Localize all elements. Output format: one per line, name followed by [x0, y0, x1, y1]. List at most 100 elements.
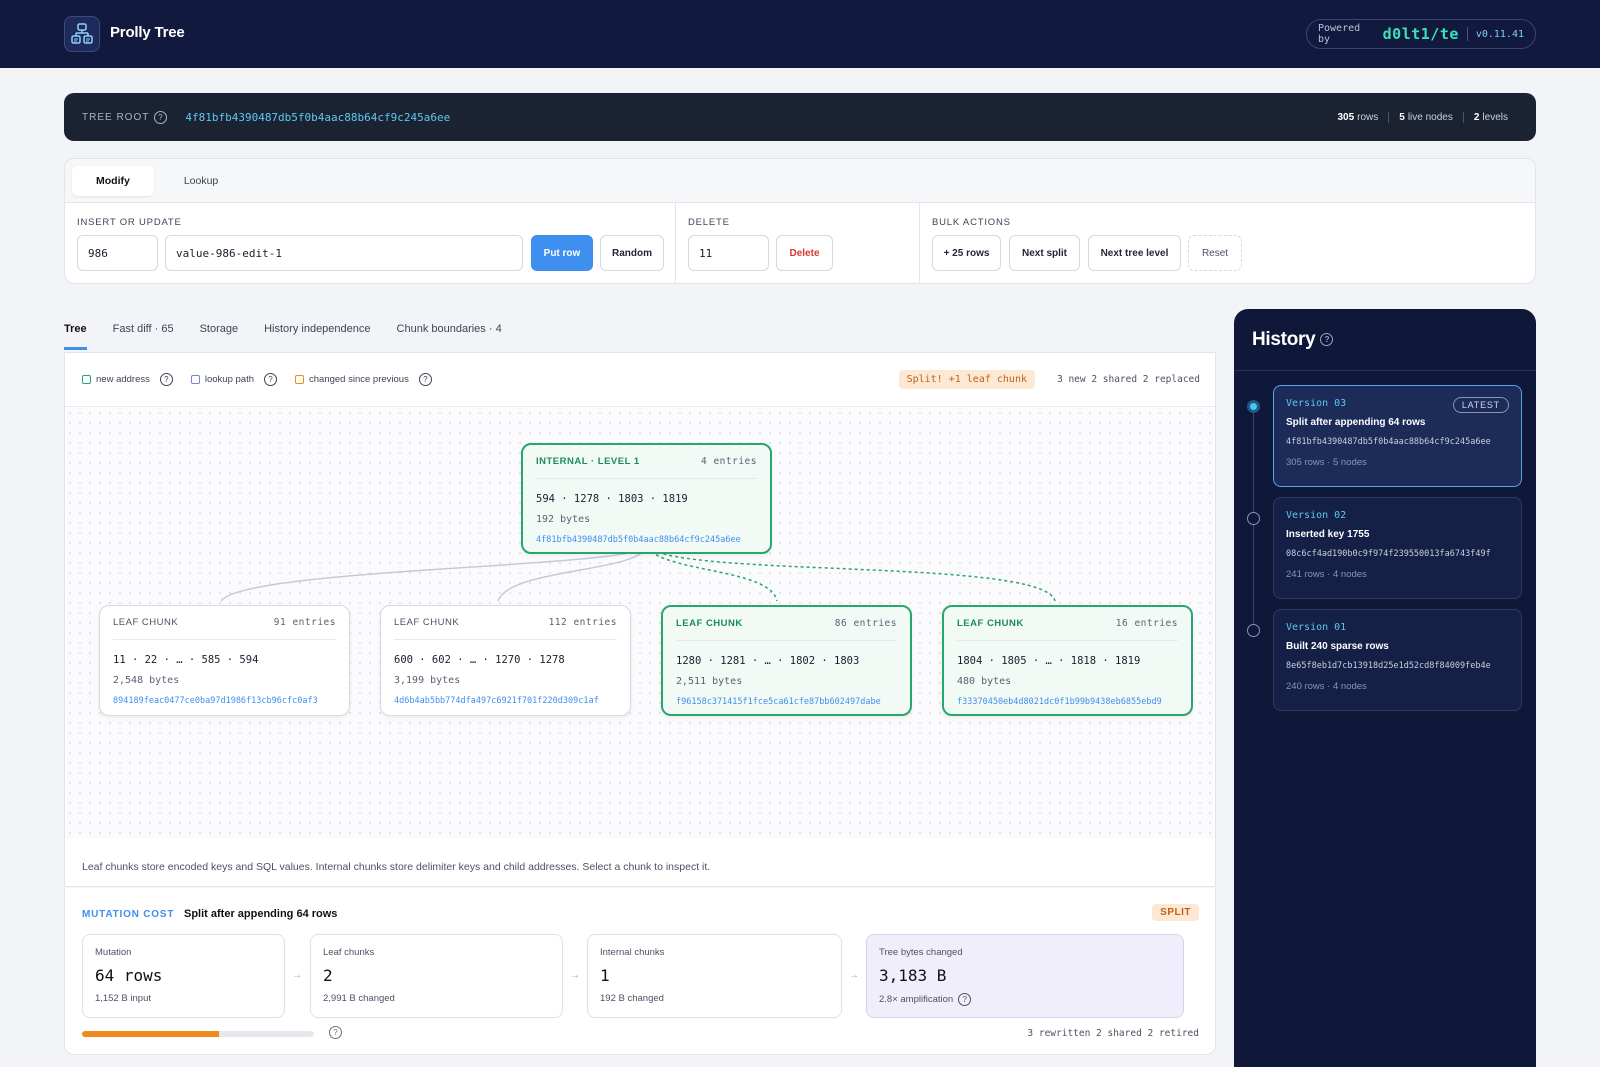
version-description: Built 240 sparse rows [1286, 641, 1389, 652]
node-keys: 600 · 602 · … · 1270 · 1278 [394, 654, 565, 666]
tree-caption: Leaf chunks store encoded keys and SQL v… [82, 861, 711, 873]
version-label: Version 01 [1286, 622, 1347, 633]
leaf-chunks-box: Leaf chunks 2 2,991 B changed [310, 934, 563, 1018]
node-entries: 112 entries [548, 617, 617, 628]
box-label: Mutation [95, 947, 132, 958]
tab-lookup[interactable]: Lookup [160, 166, 242, 196]
tab-tree[interactable]: Tree [64, 314, 87, 350]
controls-panel: Modify Lookup INSERT OR UPDATE 986 value… [64, 158, 1536, 284]
version-description: Split after appending 64 rows [1286, 417, 1426, 428]
powered-label: Powered by [1318, 23, 1361, 45]
tab-history-independence[interactable]: History independence [264, 314, 370, 350]
leaf-node[interactable]: LEAF CHUNK 16 entries 1804 · 1805 · … · 1… [942, 605, 1193, 716]
node-bytes: 3,199 bytes [394, 675, 461, 686]
node-keys: 1804 · 1805 · … · 1818 · 1819 [957, 655, 1141, 667]
stat-rows: 305 rows [1337, 111, 1379, 123]
bulk-actions-section: BULK ACTIONS + 25 rows Next split Next t… [920, 203, 1535, 283]
legend: new address? lookup path? changed since … [65, 353, 1215, 407]
history-version-card[interactable]: Version 01 Built 240 sparse rows 8e65f8e… [1273, 609, 1522, 711]
node-bytes: 192 bytes [536, 514, 591, 525]
orange-square-icon [295, 375, 304, 384]
view-tabs: Tree Fast diff · 65 Storage History inde… [64, 314, 1216, 350]
version-description: Inserted key 1755 [1286, 529, 1370, 540]
box-value: 64 rows [95, 966, 163, 985]
box-sub: 1,152 B input [95, 993, 151, 1004]
put-row-button[interactable]: Put row [531, 235, 593, 271]
tree-root-hash[interactable]: 4f81bfb4390487db5f0b4aac88b64cf9c245a6ee [185, 111, 450, 124]
reset-button[interactable]: Reset [1188, 235, 1242, 271]
help-icon[interactable]: ? [264, 373, 277, 386]
powered-by-badge[interactable]: Powered by d0lt1/te v0.11.41 [1306, 19, 1536, 49]
leaf-node[interactable]: LEAF CHUNK 91 entries 11 · 22 · … · 585 ·… [99, 605, 350, 716]
value-input[interactable]: value-986-edit-1 [165, 235, 523, 271]
version-meta: 305 rows · 5 nodes [1286, 457, 1367, 468]
node-entries: 16 entries [1115, 618, 1178, 629]
box-label: Internal chunks [600, 947, 665, 958]
history-panel: History? Version 03 LATEST Split after a… [1234, 309, 1536, 1067]
node-type: LEAF CHUNK [113, 617, 179, 628]
node-hash: 4d6b4ab5bb774dfa497c6921f701f220d309c1af [394, 696, 599, 706]
node-entries: 4 entries [701, 456, 757, 467]
box-value: 1 [600, 966, 610, 985]
help-icon[interactable]: ? [958, 993, 972, 1006]
tab-modify[interactable]: Modify [72, 165, 154, 196]
chunk-counts: 3 new 2 shared 2 replaced [1057, 374, 1200, 385]
tab-chunk-boundaries[interactable]: Chunk boundaries · 4 [397, 314, 502, 350]
node-hash: f96158c371415f1fce5ca61cfe87bb602497dabe [676, 697, 881, 707]
divider [1466, 27, 1468, 41]
tab-fast-diff[interactable]: Fast diff · 65 [113, 314, 174, 350]
brand-logo: d0lt1/te [1382, 25, 1459, 43]
next-split-button[interactable]: Next split [1009, 235, 1080, 271]
node-keys: 1280 · 1281 · … · 1802 · 1803 [676, 655, 860, 667]
next-tree-level-button[interactable]: Next tree level [1088, 235, 1181, 271]
delete-key-input[interactable]: 11 [688, 235, 769, 271]
help-icon[interactable]: ? [154, 110, 168, 124]
mutation-progress-bar [82, 1031, 314, 1037]
version-label: Version 02 [1286, 510, 1347, 521]
app-title: Prolly Tree [110, 24, 185, 41]
box-sub: 2.8× amplification? [879, 993, 1171, 1006]
add-25-rows-button[interactable]: + 25 rows [932, 235, 1001, 271]
tree-root-label: TREE ROOT? [82, 110, 168, 124]
help-icon[interactable]: ? [329, 1026, 342, 1039]
tree-canvas: new address? lookup path? changed since … [64, 352, 1216, 887]
help-icon[interactable]: ? [159, 373, 173, 386]
arrow-right-icon: → [570, 970, 580, 981]
bulk-actions-label: BULK ACTIONS [932, 217, 1011, 228]
node-keys: 594 · 1278 · 1803 · 1819 [536, 493, 688, 505]
version-hash: 4f81bfb4390487db5f0b4aac88b64cf9c245a6ee [1286, 437, 1491, 447]
node-entries: 91 entries [273, 617, 336, 628]
box-sub: 192 B changed [600, 993, 664, 1004]
tree-root-bar: TREE ROOT? 4f81bfb4390487db5f0b4aac88b64… [64, 93, 1536, 141]
latest-badge: LATEST [1452, 397, 1509, 413]
legend-changed: changed since previous? [295, 373, 432, 386]
delete-button[interactable]: Delete [776, 235, 833, 271]
node-type: LEAF CHUNK [394, 617, 460, 628]
mutation-box: Mutation 64 rows 1,152 B input [82, 934, 285, 1018]
internal-node[interactable]: INTERNAL · LEVEL 1 4 entries 594 · 1278 ·… [521, 443, 772, 554]
leaf-node[interactable]: LEAF CHUNK 112 entries 600 · 602 · … · 12… [380, 605, 631, 716]
node-bytes: 2,511 bytes [676, 676, 743, 687]
version-meta: 240 rows · 4 nodes [1286, 681, 1367, 692]
insert-label: INSERT OR UPDATE [77, 217, 182, 228]
random-button[interactable]: Random [600, 235, 664, 271]
node-bytes: 480 bytes [957, 676, 1012, 687]
leaf-node[interactable]: LEAF CHUNK 86 entries 1280 · 1281 · … · 1… [661, 605, 912, 716]
tab-storage[interactable]: Storage [200, 314, 239, 350]
internal-chunks-box: Internal chunks 1 192 B changed [587, 934, 842, 1018]
mutation-cost-label: MUTATION COST [82, 909, 175, 920]
mutation-cost-panel: MUTATION COST Split after appending 64 r… [64, 888, 1216, 1055]
help-icon[interactable]: ? [1320, 333, 1334, 347]
controls-tabs: Modify Lookup [65, 159, 1535, 203]
split-badge: Split! +1 leaf chunk [898, 370, 1035, 389]
delete-section: DELETE 11 Delete [676, 203, 920, 283]
stat-live-nodes: 5 live nodes [1388, 111, 1463, 123]
progress-fill [82, 1031, 219, 1037]
history-version-card[interactable]: Version 03 LATEST Split after appending … [1273, 385, 1522, 487]
node-bytes: 2,548 bytes [113, 675, 180, 686]
key-input[interactable]: 986 [77, 235, 158, 271]
version-label: v0.11.41 [1475, 28, 1524, 40]
help-icon[interactable]: ? [418, 373, 432, 386]
history-version-card[interactable]: Version 02 Inserted key 1755 08c6cf4ad19… [1273, 497, 1522, 599]
tree-stats: 305 rows 5 live nodes 2 levels [1327, 111, 1518, 123]
